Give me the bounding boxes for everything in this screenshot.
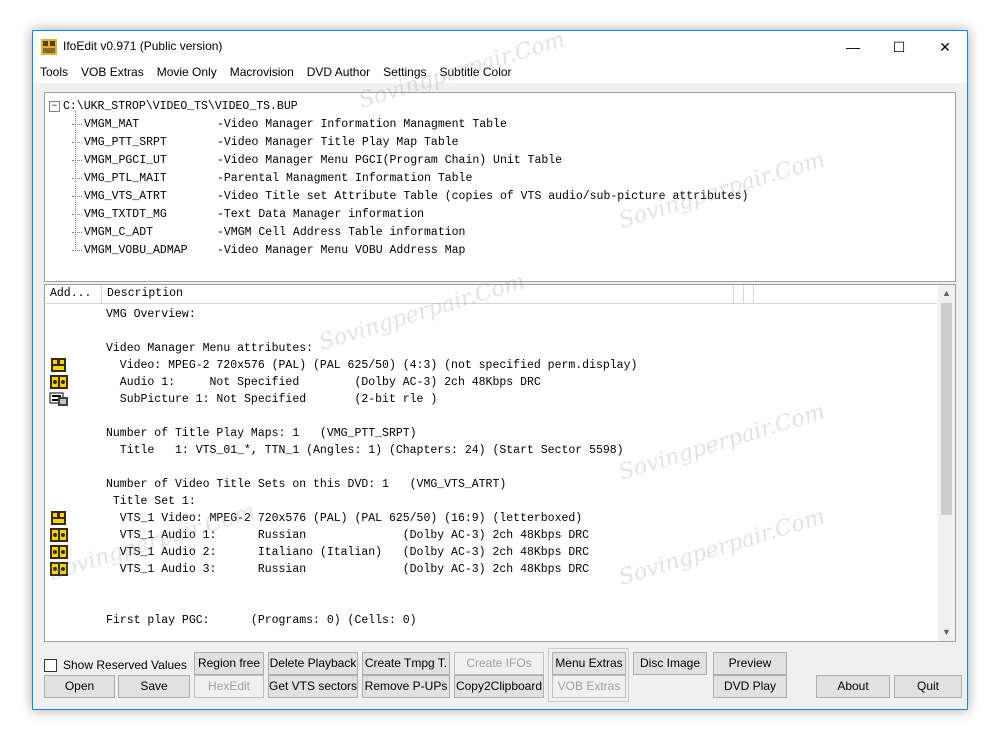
tree-item-name: VMG_TXTDT_MG [84,207,167,221]
audio-icon [49,374,69,390]
list-line: Audio 1: Not Specified (Dolby AC-3) 2ch … [106,376,541,389]
tree-item-name: VMG_PTL_MAIT [84,171,167,185]
menu-extras-button[interactable]: Menu Extras [552,652,626,675]
delete-playback-button[interactable]: Delete Playback [268,652,358,675]
hexedit-button[interactable]: HexEdit [194,675,264,698]
column-blank-2[interactable] [744,285,754,303]
tree-item-name: VMGM_PGCI_UT [84,153,167,167]
close-button[interactable]: ✕ [922,31,968,63]
column-blank-1[interactable] [734,285,744,303]
vob-extras-button[interactable]: VOB Extras [552,675,626,698]
minimize-button[interactable]: — [830,31,876,63]
menu-settings[interactable]: Settings [376,63,432,83]
create-ifos-button[interactable]: Create IFOs [454,652,544,675]
tree-item-vmgm-mat[interactable]: VMGM_MAT -Video Manager Information Manag… [72,115,507,133]
region-free-button[interactable]: Region free [194,652,264,675]
list-line: First play PGC: (Programs: 0) (Cells: 0) [106,614,417,627]
ifo-tree-view: − C:\UKR_STROP\VIDEO_TS\VIDEO_TS.BUP VMG… [44,92,956,282]
title-bar: IfoEdit v0.971 (Public version) — ☐ ✕ [33,31,967,63]
film-icon [49,357,69,373]
tree-item-desc: -Video Manager Information Managment Tab… [217,117,507,131]
list-line: Video Manager Menu attributes: [106,342,314,355]
create-tmpg-button[interactable]: Create Tmpg T. [362,652,450,675]
tree-item-desc: -Video Manager Menu PGCI(Program Chain) … [217,153,563,167]
remove-pups-button[interactable]: Remove P-UPs [362,675,450,698]
list-header: Add... Description [45,285,937,304]
open-button[interactable]: Open [44,675,115,698]
tree-item-name: VMG_PTT_SRPT [84,135,167,149]
quit-button[interactable]: Quit [894,675,962,698]
about-button[interactable]: About [816,675,890,698]
list-line: VTS_1 Audio 1: Russian (Dolby AC-3) 2ch … [106,529,590,542]
app-window: IfoEdit v0.971 (Public version) — ☐ ✕ To… [32,30,968,710]
menu-tools[interactable]: Tools [33,63,74,83]
scroll-up-icon[interactable]: ▲ [938,285,955,302]
audio-icon [49,561,69,577]
maximize-button[interactable]: ☐ [876,31,922,63]
tree-item-desc: -Video Title set Attribute Table (copies… [217,189,749,203]
list-line: SubPicture 1: Not Specified (2-bit rle ) [106,393,438,406]
list-body: VMG Overview: Video Manager Menu attribut… [45,303,937,641]
audio-icon [49,527,69,543]
list-line: Title Set 1: [106,495,196,508]
tree-item-desc: -Video Manager Menu VOBU Address Map [217,243,466,257]
button-panel: Show Reserved Values Region free Delete … [33,648,967,710]
window-title: IfoEdit v0.971 (Public version) [63,39,223,53]
column-description[interactable]: Description [102,285,734,303]
list-line: VTS_1 Audio 3: Russian (Dolby AC-3) 2ch … [106,563,590,576]
preview-button[interactable]: Preview [713,652,787,675]
menu-macrovision[interactable]: Macrovision [223,63,300,83]
checkbox-box[interactable] [44,658,57,672]
tree-item-vmg-txtdt-mg[interactable]: VMG_TXTDT_MG -Text Data Manager informati… [72,205,424,223]
subpicture-icon [49,391,69,407]
disc-image-button[interactable]: Disc Image [633,652,707,675]
audio-icon [49,544,69,560]
dvd-play-button[interactable]: DVD Play [713,675,787,698]
list-line: Number of Video Title Sets on this DVD: … [106,478,507,491]
ifoedit-app-icon [41,39,57,55]
tree-item-vmgm-vobu-admap[interactable]: VMGM_VOBU_ADMAP -Video Manager Menu VOBU … [72,241,465,259]
film-icon [49,510,69,526]
menu-subtitle-color[interactable]: Subtitle Color [433,63,518,83]
tree-item-vmg-ptt-srpt[interactable]: VMG_PTT_SRPT -Video Manager Title Play Ma… [72,133,459,151]
scroll-thumb[interactable] [941,303,952,515]
tree-root-path: C:\UKR_STROP\VIDEO_TS\VIDEO_TS.BUP [63,99,298,113]
list-line: Title 1: VTS_01_*, TTN_1 (Angles: 1) (Ch… [106,444,624,457]
collapse-icon[interactable]: − [49,100,60,112]
column-add[interactable]: Add... [45,285,102,303]
save-button[interactable]: Save [118,675,190,698]
tree-item-vmg-vts-atrt[interactable]: VMG_VTS_ATRT -Video Title set Attribute T… [72,187,748,205]
tree-item-desc: -Text Data Manager information [217,207,425,221]
menu-vob-extras[interactable]: VOB Extras [74,63,150,83]
maximize-icon: ☐ [892,38,906,55]
list-line: VMG Overview: [106,308,196,321]
tree-item-desc: -VMGM Cell Address Table information [217,225,466,239]
minimize-icon: — [846,39,860,55]
tree-item-vmgm-c-adt[interactable]: VMGM_C_ADT -VMGM Cell Address Table infor… [72,223,465,241]
tree-item-name: VMGM_VOBU_ADMAP [84,243,188,257]
scroll-down-icon[interactable]: ▼ [938,624,955,641]
list-line: Video: MPEG-2 720x576 (PAL) (PAL 625/50)… [106,359,638,372]
menu-movie-only[interactable]: Movie Only [150,63,223,83]
tree-item-desc: -Parental Managment Information Table [217,171,473,185]
list-line: VTS_1 Video: MPEG-2 720x576 (PAL) (PAL 6… [106,512,583,525]
close-icon: ✕ [939,38,951,55]
vertical-scrollbar[interactable]: ▲ ▼ [938,285,955,641]
tree-item-vmgm-pgci-ut[interactable]: VMGM_PGCI_UT -Video Manager Menu PGCI(Pro… [72,151,562,169]
description-list-view[interactable]: Add... Description VMG Overview: Video Ma… [44,284,956,642]
tree-item-name: VMGM_C_ADT [84,225,154,239]
menu-bar: Tools VOB Extras Movie Only Macrovision … [33,63,967,83]
tree-root-node[interactable]: − C:\UKR_STROP\VIDEO_TS\VIDEO_TS.BUP [49,97,298,115]
get-vts-sectors-button[interactable]: Get VTS sectors [268,675,358,698]
show-reserved-label: Show Reserved Values [63,658,187,672]
tree-item-vmg-ptl-mait[interactable]: VMG_PTL_MAIT -Parental Managment Informat… [72,169,472,187]
tree-item-desc: -Video Manager Title Play Map Table [217,135,459,149]
tree-item-name: VMG_VTS_ATRT [84,189,167,203]
tree-item-name: VMGM_MAT [84,117,140,131]
menu-dvd-author[interactable]: DVD Author [300,63,376,83]
show-reserved-checkbox[interactable]: Show Reserved Values [44,658,187,672]
copy2clipboard-button[interactable]: Copy2Clipboard [454,675,544,698]
list-line: VTS_1 Audio 2: Italiano (Italian) (Dolby… [106,546,590,559]
list-line: Number of Title Play Maps: 1 (VMG_PTT_SR… [106,427,417,440]
